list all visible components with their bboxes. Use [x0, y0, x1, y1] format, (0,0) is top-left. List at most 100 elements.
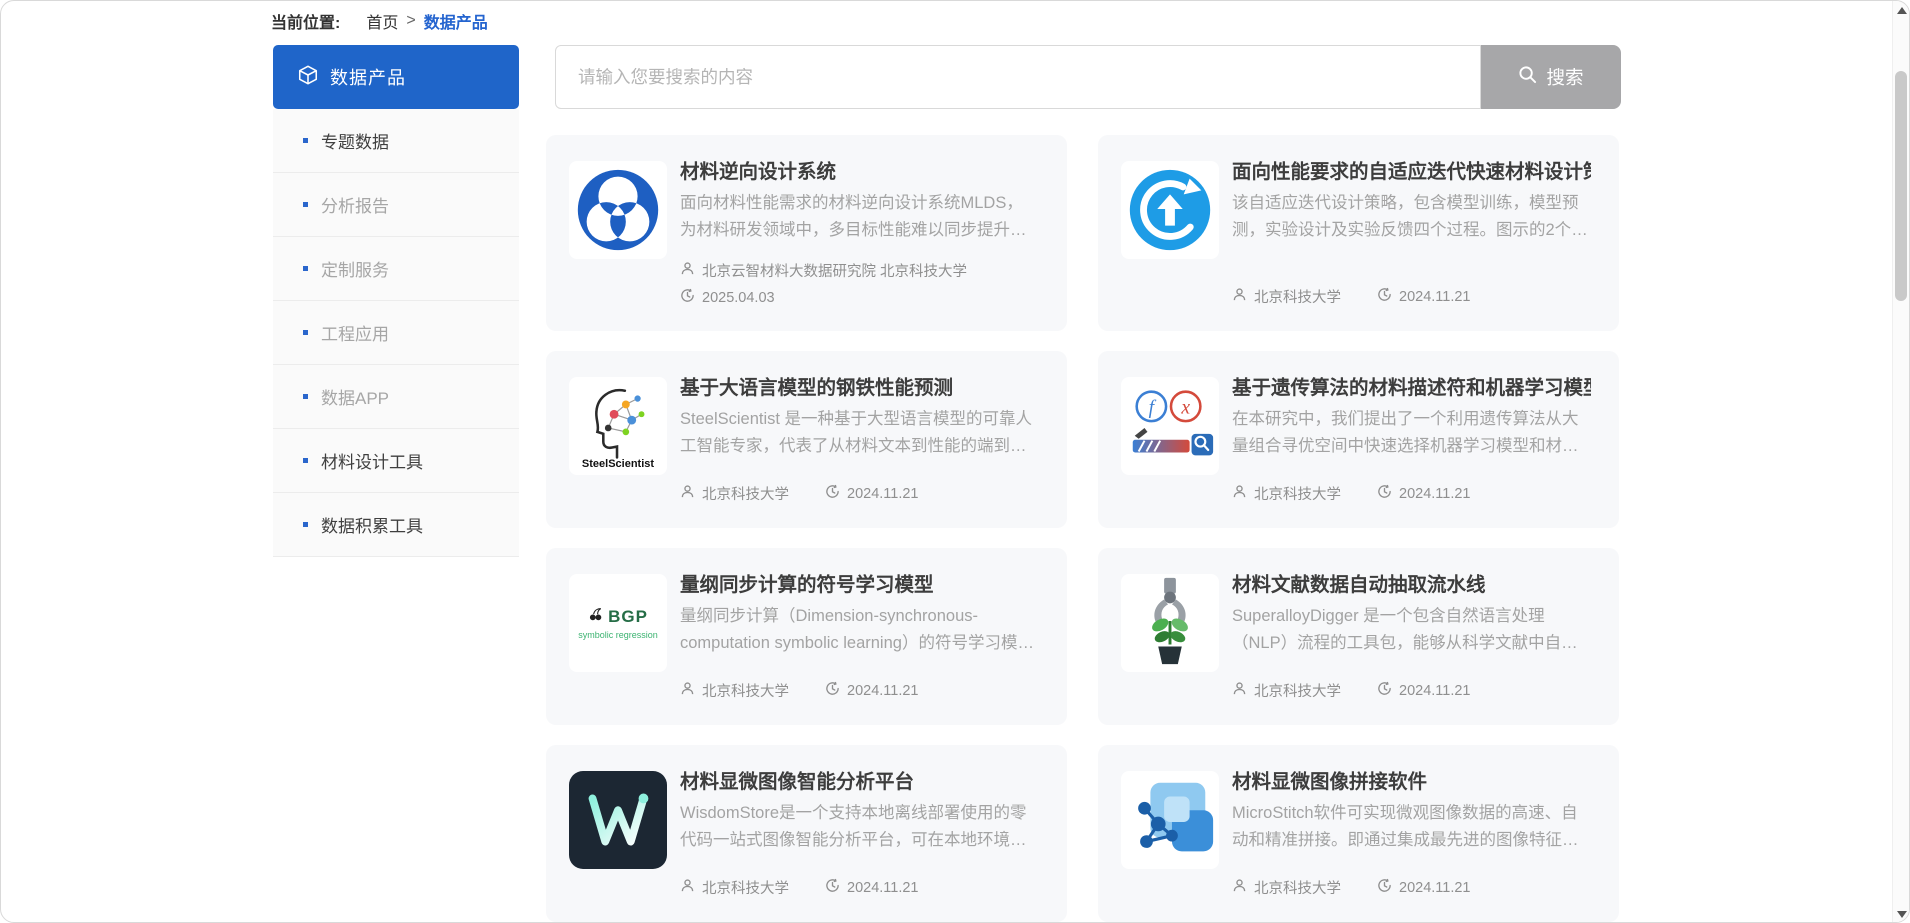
card-org: 北京科技大学: [1232, 483, 1341, 504]
breadcrumb-current-link[interactable]: 数据产品: [424, 9, 488, 33]
card-date: 2025.04.03: [680, 288, 775, 307]
svg-text:x: x: [1180, 397, 1190, 418]
card-description: MicroStitch软件可实现微观图像数据的高速、自动和精准拼接。即通过集成最…: [1232, 800, 1591, 854]
sidebar-item-material-design-tools[interactable]: 材料设计工具: [273, 429, 519, 493]
bullet-icon: [303, 458, 308, 463]
card-date-text: 2024.11.21: [1399, 683, 1471, 699]
search-input[interactable]: [555, 45, 1481, 109]
breadcrumb-label: 当前位置:: [271, 9, 340, 33]
person-icon: [1232, 878, 1247, 897]
product-card-genetic-algorithm[interactable]: f x 基于遗传算法的材料描述符和机器学习模型… 在本研究中，我们提出了一个利用…: [1098, 351, 1619, 528]
svg-text:f: f: [1149, 397, 1157, 418]
card-date: 2024.11.21: [1377, 287, 1471, 306]
scroll-up-arrow-icon[interactable]: [1897, 7, 1907, 14]
clock-icon: [1377, 878, 1392, 897]
bgp-label: BGP: [608, 607, 648, 627]
scroll-down-arrow-icon[interactable]: [1897, 911, 1907, 918]
scrollbar-thumb[interactable]: [1895, 71, 1907, 301]
card-meta: 北京科技大学 2024.11.21: [680, 680, 1039, 701]
clock-icon: [680, 288, 695, 307]
breadcrumb-separator: >: [406, 12, 415, 30]
card-date: 2024.11.21: [825, 878, 919, 897]
breadcrumb-home-link[interactable]: 首页: [366, 9, 398, 33]
person-icon: [1232, 484, 1247, 503]
card-org: 北京科技大学: [680, 483, 789, 504]
product-card-adaptive-iteration[interactable]: 面向性能要求的自适应迭代快速材料设计策略 该自适应迭代设计策略，包含模型训练，模…: [1098, 135, 1619, 331]
person-icon: [680, 261, 695, 280]
product-card-steelscientist[interactable]: SteelScientist 基于大语言模型的钢铁性能预测 SteelScien…: [546, 351, 1067, 528]
card-org-text: 北京科技大学: [1254, 286, 1341, 307]
bullet-icon: [303, 138, 308, 143]
card-meta: 北京科技大学 2024.11.21: [1232, 286, 1591, 307]
card-date-text: 2024.11.21: [847, 486, 919, 502]
card-org: 北京科技大学: [1232, 286, 1341, 307]
sidebar-item-special-data[interactable]: 专题数据: [273, 109, 519, 173]
sidebar-item-custom-service[interactable]: 定制服务: [273, 237, 519, 301]
bullet-icon: [303, 202, 308, 207]
person-icon: [680, 878, 695, 897]
card-date-text: 2024.11.21: [1399, 486, 1471, 502]
product-card-wisdomstore[interactable]: 材料显微图像智能分析平台 WisdomStore是一个支持本地离线部署使用的零代…: [546, 745, 1067, 922]
card-description: WisdomStore是一个支持本地离线部署使用的零代码一站式图像智能分析平台，…: [680, 800, 1039, 854]
clock-icon: [1377, 681, 1392, 700]
product-card-bgp[interactable]: BGP symbolic regression 量纲同步计算的符号学习模型 量纲…: [546, 548, 1067, 725]
card-title[interactable]: 基于大语言模型的钢铁性能预测: [680, 375, 1039, 401]
card-meta: 北京科技大学 2024.11.21: [1232, 680, 1591, 701]
bgp-symbolic-regression-icon: BGP symbolic regression: [569, 574, 667, 672]
person-icon: [680, 484, 695, 503]
card-org-text: 北京科技大学: [702, 680, 789, 701]
sidebar-header[interactable]: 数据产品: [273, 45, 519, 109]
sidebar-item-label: 数据积累工具: [321, 512, 423, 537]
cherries-icon: [588, 607, 604, 628]
sidebar-item-label: 分析报告: [321, 192, 389, 217]
sidebar-item-label: 专题数据: [321, 128, 389, 153]
search-bar: 搜索: [555, 45, 1621, 109]
breadcrumb: 当前位置: 首页 > 数据产品: [271, 9, 488, 33]
sidebar-item-engineering-app[interactable]: 工程应用: [273, 301, 519, 365]
product-card-superalloydigger[interactable]: 材料文献数据自动抽取流水线 SuperalloyDigger 是一个包含自然语言…: [1098, 548, 1619, 725]
card-org: 北京科技大学: [1232, 680, 1341, 701]
card-title[interactable]: 材料逆向设计系统: [680, 159, 1039, 185]
card-date: 2024.11.21: [825, 484, 919, 503]
sidebar-item-data-accumulation-tools[interactable]: 数据积累工具: [273, 493, 519, 557]
card-date: 2024.11.21: [1377, 681, 1471, 700]
clock-icon: [825, 484, 840, 503]
bullet-icon: [303, 522, 308, 527]
card-title[interactable]: 材料显微图像拼接软件: [1232, 769, 1591, 795]
page: 当前位置: 首页 > 数据产品 数据产品 专题数据 分析报告 定制: [0, 0, 1910, 923]
sidebar-item-analysis-report[interactable]: 分析报告: [273, 173, 519, 237]
search-button[interactable]: 搜索: [1481, 45, 1621, 109]
bullet-icon: [303, 266, 308, 271]
clock-icon: [1377, 287, 1392, 306]
product-card-mlds[interactable]: 材料逆向设计系统 面向材料性能需求的材料逆向设计系统MLDS，为材料研发领域中，…: [546, 135, 1067, 331]
wisdomstore-w-icon: [569, 771, 667, 869]
card-date: 2024.11.21: [1377, 878, 1471, 897]
search-icon: [1518, 65, 1537, 89]
mlds-trefoil-icon: [569, 161, 667, 259]
card-org: 北京云智材料大数据研究院 北京科技大学: [680, 260, 967, 281]
card-title[interactable]: 面向性能要求的自适应迭代快速材料设计策略: [1232, 159, 1591, 185]
card-org: 北京科技大学: [680, 680, 789, 701]
product-card-microstitch[interactable]: 材料显微图像拼接软件 MicroStitch软件可实现微观图像数据的高速、自动和…: [1098, 745, 1619, 922]
sidebar-item-label: 材料设计工具: [321, 448, 423, 473]
card-description: SteelScientist 是一种基于大型语言模型的可靠人工智能专家，代表了从…: [680, 406, 1039, 460]
steelscientist-head-network-icon: SteelScientist: [569, 377, 667, 475]
sidebar: 数据产品 专题数据 分析报告 定制服务 工程应用 数据APP 材料设计工具 数: [273, 45, 519, 557]
card-title[interactable]: 基于遗传算法的材料描述符和机器学习模型…: [1232, 375, 1591, 401]
card-date-text: 2024.11.21: [1399, 289, 1471, 305]
cube-icon: [297, 64, 319, 91]
sidebar-item-data-app[interactable]: 数据APP: [273, 365, 519, 429]
card-title[interactable]: 材料显微图像智能分析平台: [680, 769, 1039, 795]
microstitch-tiles-icon: [1121, 771, 1219, 869]
person-icon: [680, 681, 695, 700]
card-org: 北京科技大学: [680, 877, 789, 898]
card-org: 北京科技大学: [1232, 877, 1341, 898]
card-title[interactable]: 材料文献数据自动抽取流水线: [1232, 572, 1591, 598]
clock-icon: [1377, 484, 1392, 503]
genetic-fx-icon: f x: [1121, 377, 1219, 475]
card-description: 面向材料性能需求的材料逆向设计系统MLDS，为材料研发领域中，多目标性能难以同步…: [680, 190, 1039, 244]
card-org-text: 北京科技大学: [702, 483, 789, 504]
card-title[interactable]: 量纲同步计算的符号学习模型: [680, 572, 1039, 598]
vertical-scrollbar[interactable]: [1892, 1, 1909, 923]
person-icon: [1232, 681, 1247, 700]
